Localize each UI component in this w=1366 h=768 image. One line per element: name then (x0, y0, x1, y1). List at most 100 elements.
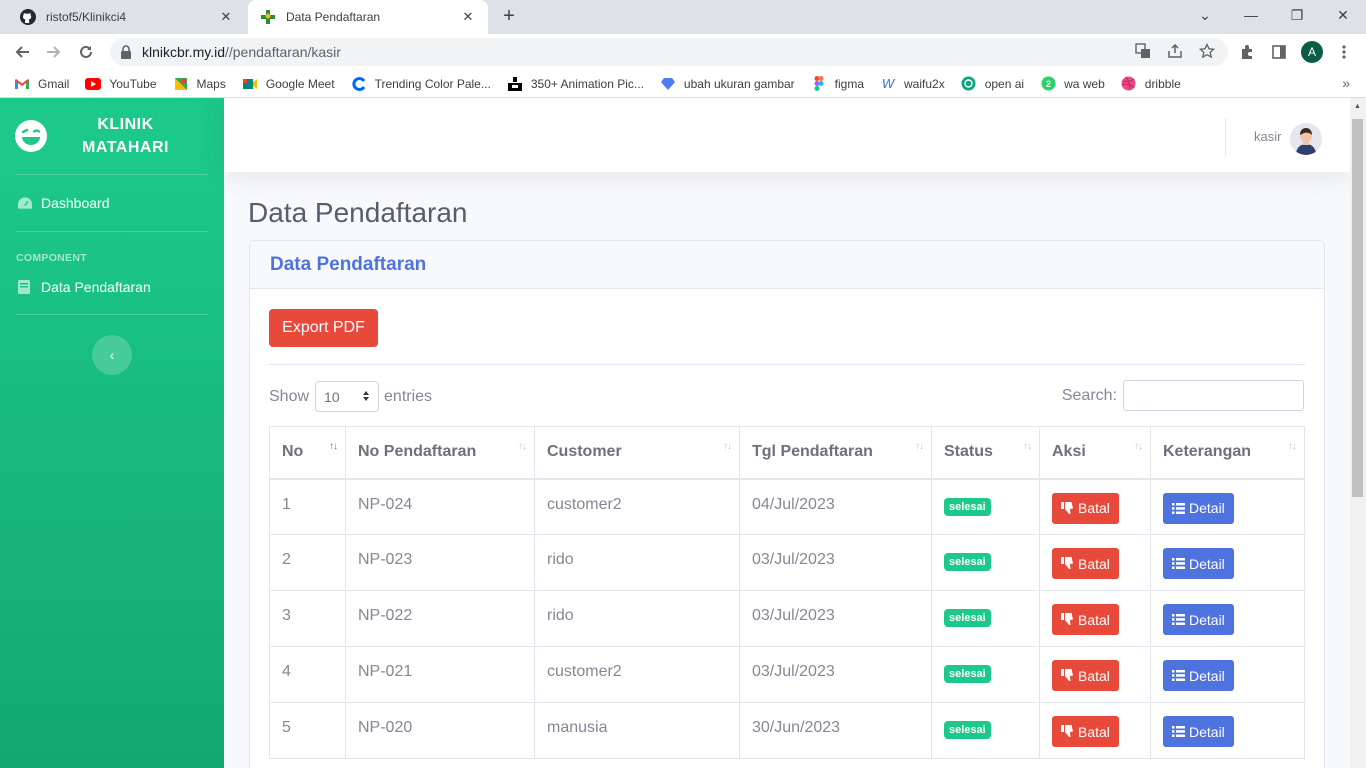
bookmark-label: dribble (1144, 76, 1181, 91)
column-header-aksi[interactable]: Aksi ↑↓ (1039, 426, 1151, 480)
sidebar-brand[interactable]: KLINIK MATAHARI (0, 98, 224, 174)
user-avatar[interactable] (1290, 123, 1322, 155)
sidebar-item-label: Data Pendaftaran (41, 279, 151, 295)
cell-customer: rido (534, 534, 740, 591)
card-divider (269, 364, 1305, 365)
tachometer-icon (18, 196, 32, 210)
bookmark-wa-web[interactable]: 2 wa web (1040, 76, 1105, 92)
bookmark-gmail[interactable]: Gmail (14, 76, 69, 92)
extensions-icon[interactable] (1235, 40, 1259, 64)
column-header-no-pendaftaran[interactable]: No Pendaftaran ↑↓ (345, 426, 535, 480)
bookmarks-overflow-icon[interactable]: » (1342, 75, 1350, 91)
bookmark-youtube[interactable]: YouTube (85, 76, 157, 92)
browser-tab-github[interactable]: ristof5/Klinikci4 ✕ (8, 0, 246, 34)
figma-icon (811, 76, 827, 92)
table-row: 3 NP-022 rido 03/Jul/2023 selesai Batal … (269, 590, 1305, 647)
column-label: No (282, 443, 304, 461)
sidebar-toggle-button[interactable]: ‹ (92, 335, 132, 375)
entries-label: entries (384, 387, 433, 405)
entries-select[interactable]: 10 (315, 381, 380, 412)
column-label: Customer (547, 443, 622, 461)
column-header-tgl-pendaftaran[interactable]: Tgl Pendaftaran ↑↓ (739, 426, 932, 480)
column-header-customer[interactable]: Customer ↑↓ (534, 426, 740, 480)
forward-icon[interactable] (42, 40, 66, 64)
minimize-icon[interactable]: — (1228, 0, 1274, 30)
batal-button[interactable]: Batal (1052, 604, 1119, 635)
detail-button[interactable]: Detail (1163, 604, 1234, 635)
cell-no-pendaftaran: NP-023 (345, 534, 535, 591)
topbar: kasir (224, 98, 1350, 172)
close-tab-icon[interactable]: ✕ (218, 9, 234, 25)
detail-button[interactable]: Detail (1163, 716, 1234, 747)
pendaftaran-table: No ↑↓ No Pendaftaran ↑↓ Customer ↑↓ Tgl Pen… (269, 426, 1305, 759)
cell-no-pendaftaran: NP-024 (345, 478, 535, 535)
bookmark-label: Trending Color Pale... (374, 76, 491, 91)
address-bar[interactable]: klnikcbr.my.id//pendaftaran/kasir (110, 38, 1228, 66)
scrollbar-thumb[interactable] (1352, 119, 1363, 497)
status-badge: selesai (944, 609, 991, 627)
sort-icon: ↑↓ (518, 441, 527, 452)
browser-tab-data-pendaftaran[interactable]: Data Pendaftaran ✕ (248, 0, 488, 34)
cell-no: 2 (269, 534, 346, 591)
cell-status: selesai (931, 534, 1040, 591)
batal-button[interactable]: Batal (1052, 492, 1119, 524)
browser-menu-icon[interactable] (1332, 40, 1356, 64)
sort-icon: ↑↓ (1023, 441, 1032, 452)
detail-button[interactable]: Detail (1163, 548, 1234, 579)
bookmark-maps[interactable]: Maps (173, 76, 226, 92)
side-panel-icon[interactable] (1267, 40, 1291, 64)
tab-search-icon[interactable]: ⌄ (1182, 0, 1228, 30)
profile-avatar[interactable]: A (1301, 41, 1323, 63)
back-icon[interactable] (10, 40, 34, 64)
bookmark-animation[interactable]: 350+ Animation Pic... (507, 76, 644, 92)
user-name[interactable]: kasir (1254, 129, 1281, 144)
bookmark-coolors[interactable]: Trending Color Pale... (351, 76, 491, 92)
bookmark-star-icon[interactable] (1196, 40, 1218, 62)
detail-button[interactable]: Detail (1163, 492, 1234, 524)
share-icon[interactable] (1164, 40, 1186, 62)
detail-button[interactable]: Detail (1163, 660, 1234, 691)
page-scrollbar[interactable]: ▲ (1350, 98, 1366, 768)
batal-button[interactable]: Batal (1052, 548, 1119, 579)
batal-label: Batal (1078, 611, 1110, 628)
sort-icon: ↑↓ (723, 441, 732, 452)
lock-icon[interactable] (120, 45, 132, 59)
window-close-icon[interactable]: ✕ (1320, 0, 1366, 30)
search-input[interactable] (1123, 380, 1304, 411)
bookmark-waifu2x[interactable]: W waifu2x (880, 76, 945, 92)
batal-button[interactable]: Batal (1052, 660, 1119, 691)
sidebar-item-dashboard[interactable]: Dashboard (0, 175, 224, 231)
new-tab-button[interactable]: + (498, 6, 520, 28)
bookmark-google-meet[interactable]: Google Meet (242, 76, 335, 92)
export-pdf-button[interactable]: Export PDF (269, 309, 378, 347)
column-header-no[interactable]: No ↑↓ (269, 426, 346, 480)
bookmark-dribbble[interactable]: dribble (1121, 76, 1181, 92)
browser-toolbar: klnikcbr.my.id//pendaftaran/kasir A (0, 34, 1366, 70)
cell-no-pendaftaran: NP-022 (345, 590, 535, 647)
close-tab-icon[interactable]: ✕ (460, 9, 476, 25)
cell-no: 1 (269, 478, 346, 535)
bookmark-figma[interactable]: figma (811, 76, 864, 92)
sidebar-item-data-pendaftaran[interactable]: Data Pendaftaran (0, 268, 224, 306)
column-header-status[interactable]: Status ↑↓ (931, 426, 1040, 480)
cell-no-pendaftaran: NP-020 (345, 702, 535, 759)
bookmark-openai[interactable]: open ai (961, 76, 1024, 92)
cell-customer: customer2 (534, 646, 740, 703)
table-row: 1 NP-024 customer2 04/Jul/2023 selesai B… (269, 478, 1305, 535)
scroll-up-icon[interactable]: ▲ (1354, 103, 1361, 110)
brand-line-2: MATAHARI (82, 139, 169, 156)
batal-button[interactable]: Batal (1052, 716, 1119, 747)
cell-aksi: Batal (1039, 702, 1151, 759)
tab-title: Data Pendaftaran (286, 10, 381, 24)
detail-label: Detail (1189, 723, 1225, 740)
column-header-keterangan[interactable]: Keterangan ↑↓ (1150, 426, 1305, 480)
reload-icon[interactable] (74, 40, 98, 64)
bookmark-resize[interactable]: ubah ukuran gambar (660, 76, 795, 92)
laugh-wink-icon (14, 119, 48, 153)
column-label: Tgl Pendaftaran (752, 443, 873, 461)
thumbs-down-icon (1061, 725, 1074, 738)
clinic-favicon-icon (260, 9, 276, 25)
translate-icon[interactable] (1132, 40, 1154, 62)
bookmark-label: YouTube (109, 76, 157, 91)
restore-icon[interactable]: ❐ (1274, 0, 1320, 30)
